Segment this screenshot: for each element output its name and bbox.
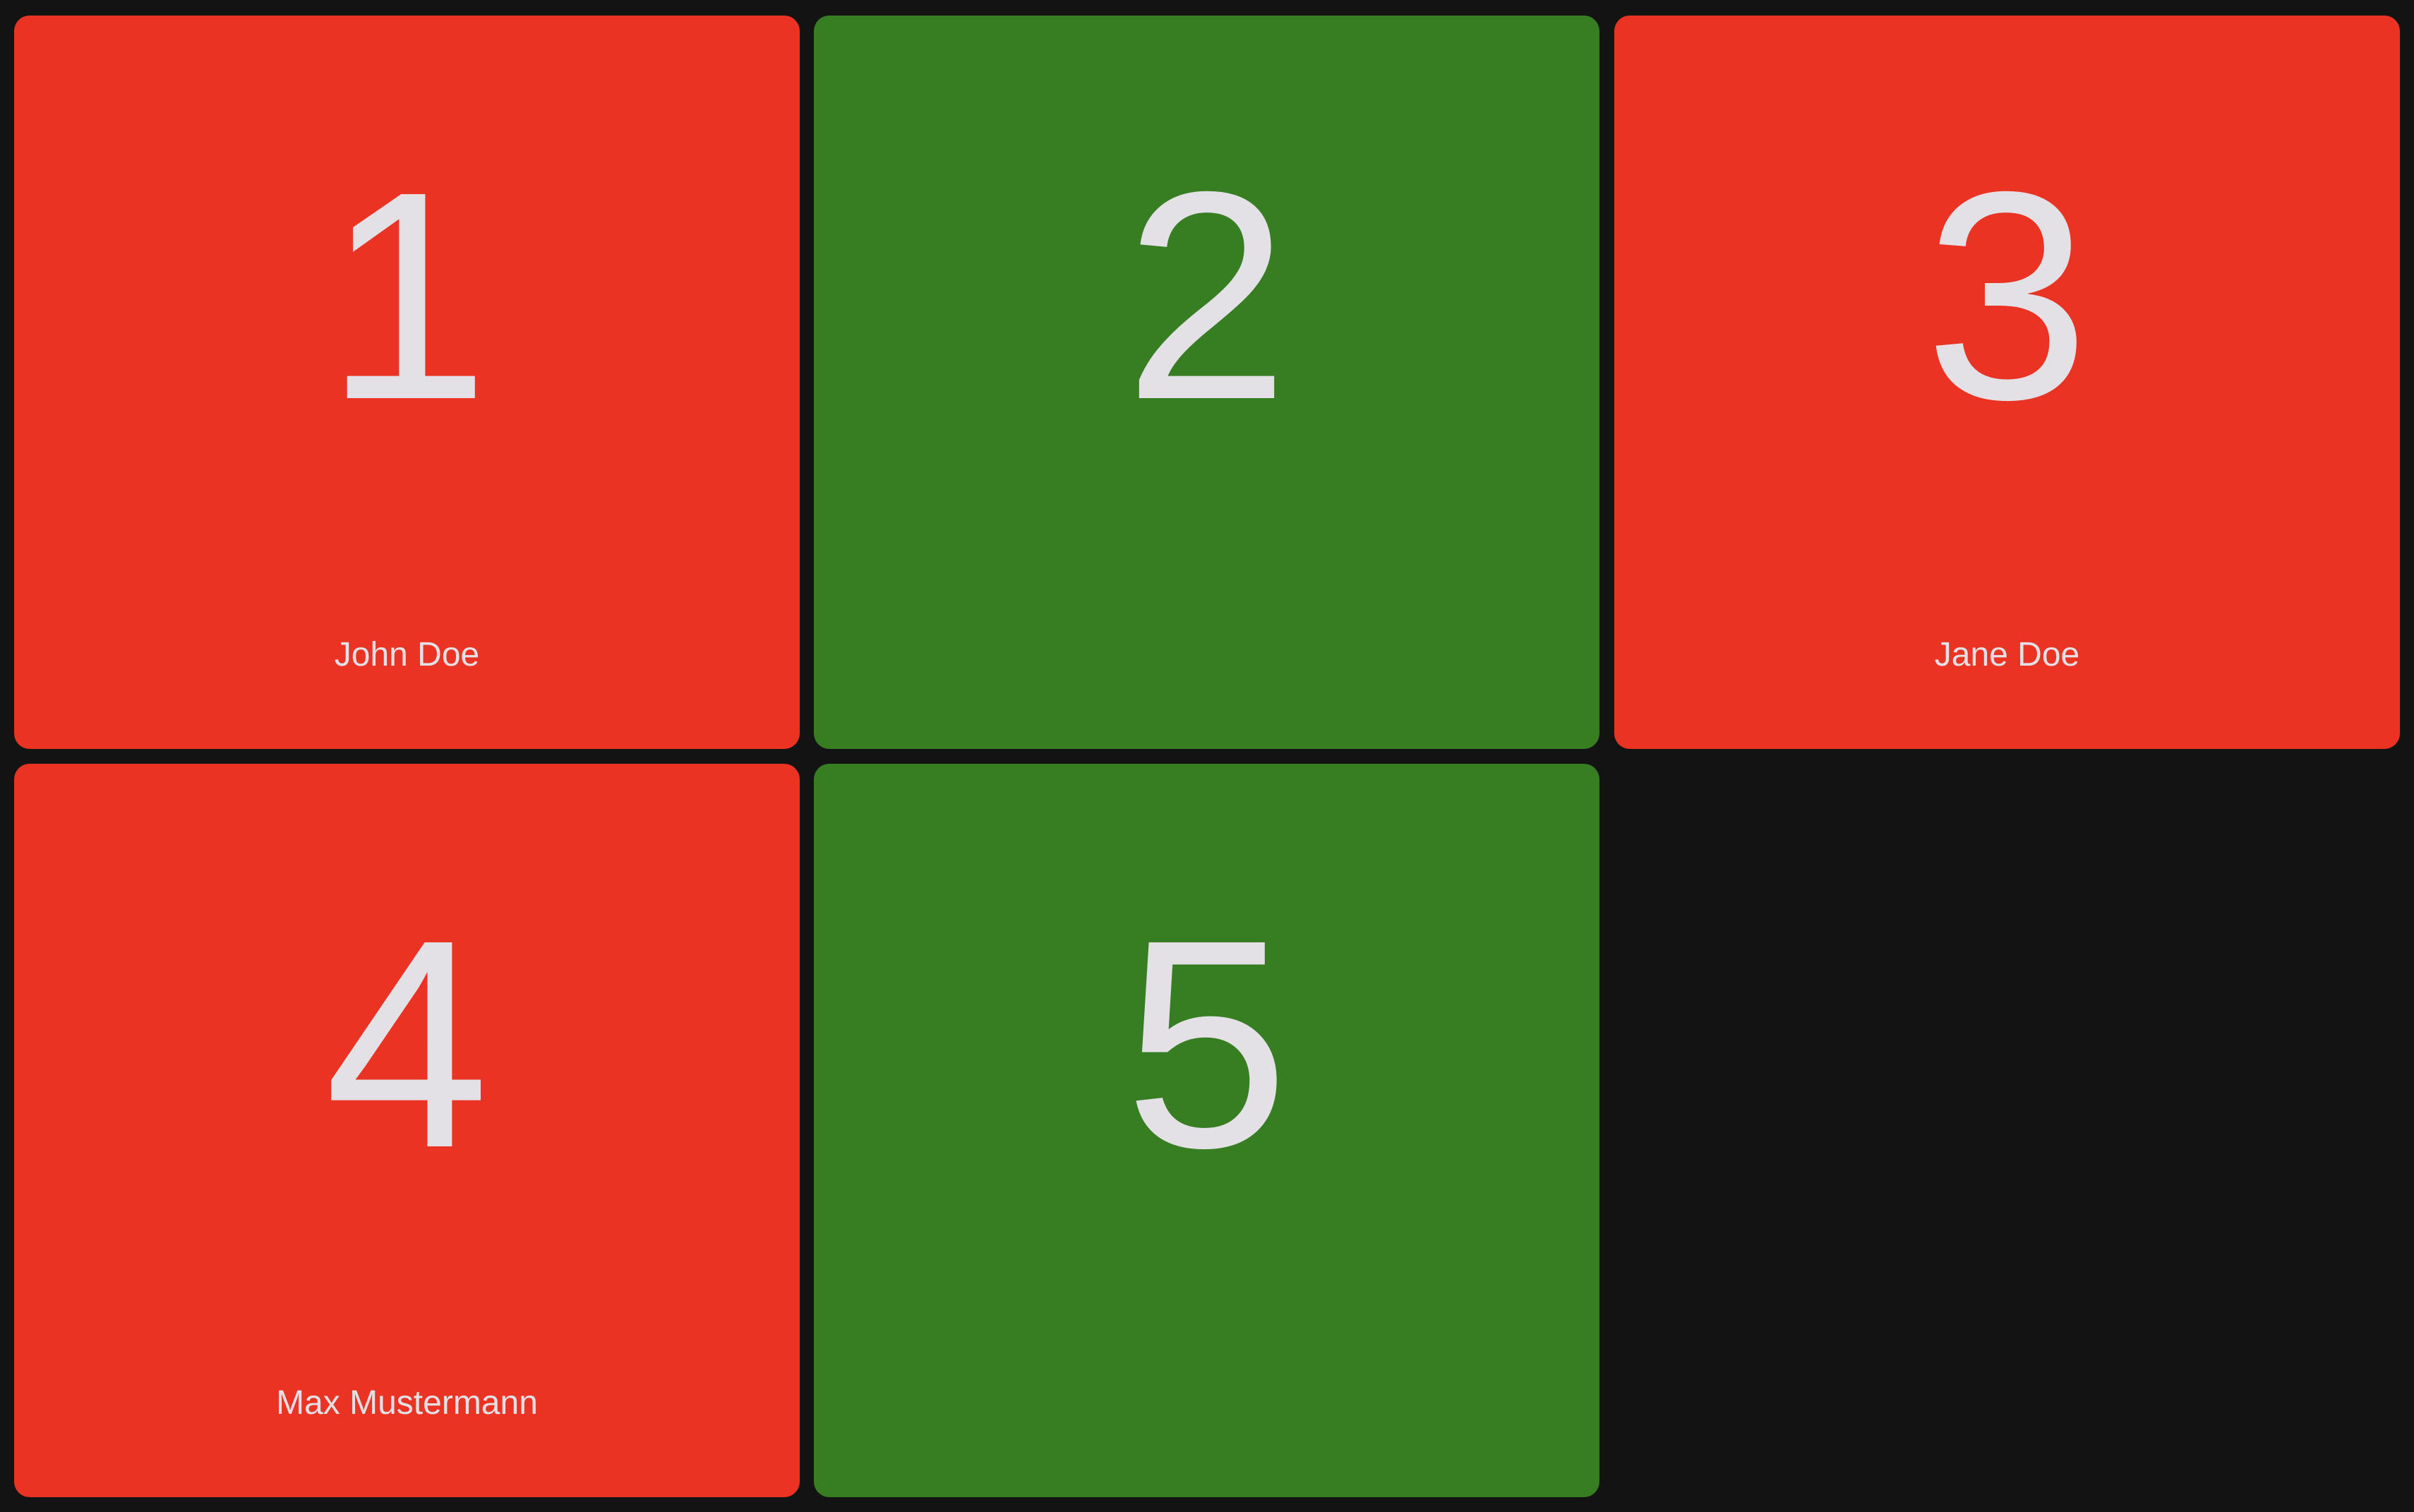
tile-3[interactable]: 3 Jane Doe xyxy=(1614,16,2400,749)
tile-number: 1 xyxy=(324,131,490,462)
tile-name: Jane Doe xyxy=(1934,636,2080,673)
tile-number: 5 xyxy=(1124,879,1290,1210)
tile-name: Max Mustermann xyxy=(276,1384,538,1422)
tile-number: 2 xyxy=(1124,131,1290,462)
tile-name: John Doe xyxy=(334,636,480,673)
tile-1[interactable]: 1 John Doe xyxy=(14,16,800,749)
tile-2[interactable]: 2 xyxy=(814,16,1599,749)
tile-number: 3 xyxy=(1924,131,2090,462)
tile-grid: 1 John Doe 2 3 Jane Doe 4 Max Mustermann… xyxy=(0,0,2414,1512)
tile-5[interactable]: 5 xyxy=(814,764,1599,1497)
tile-4[interactable]: 4 Max Mustermann xyxy=(14,764,800,1497)
tile-number: 4 xyxy=(324,879,490,1210)
